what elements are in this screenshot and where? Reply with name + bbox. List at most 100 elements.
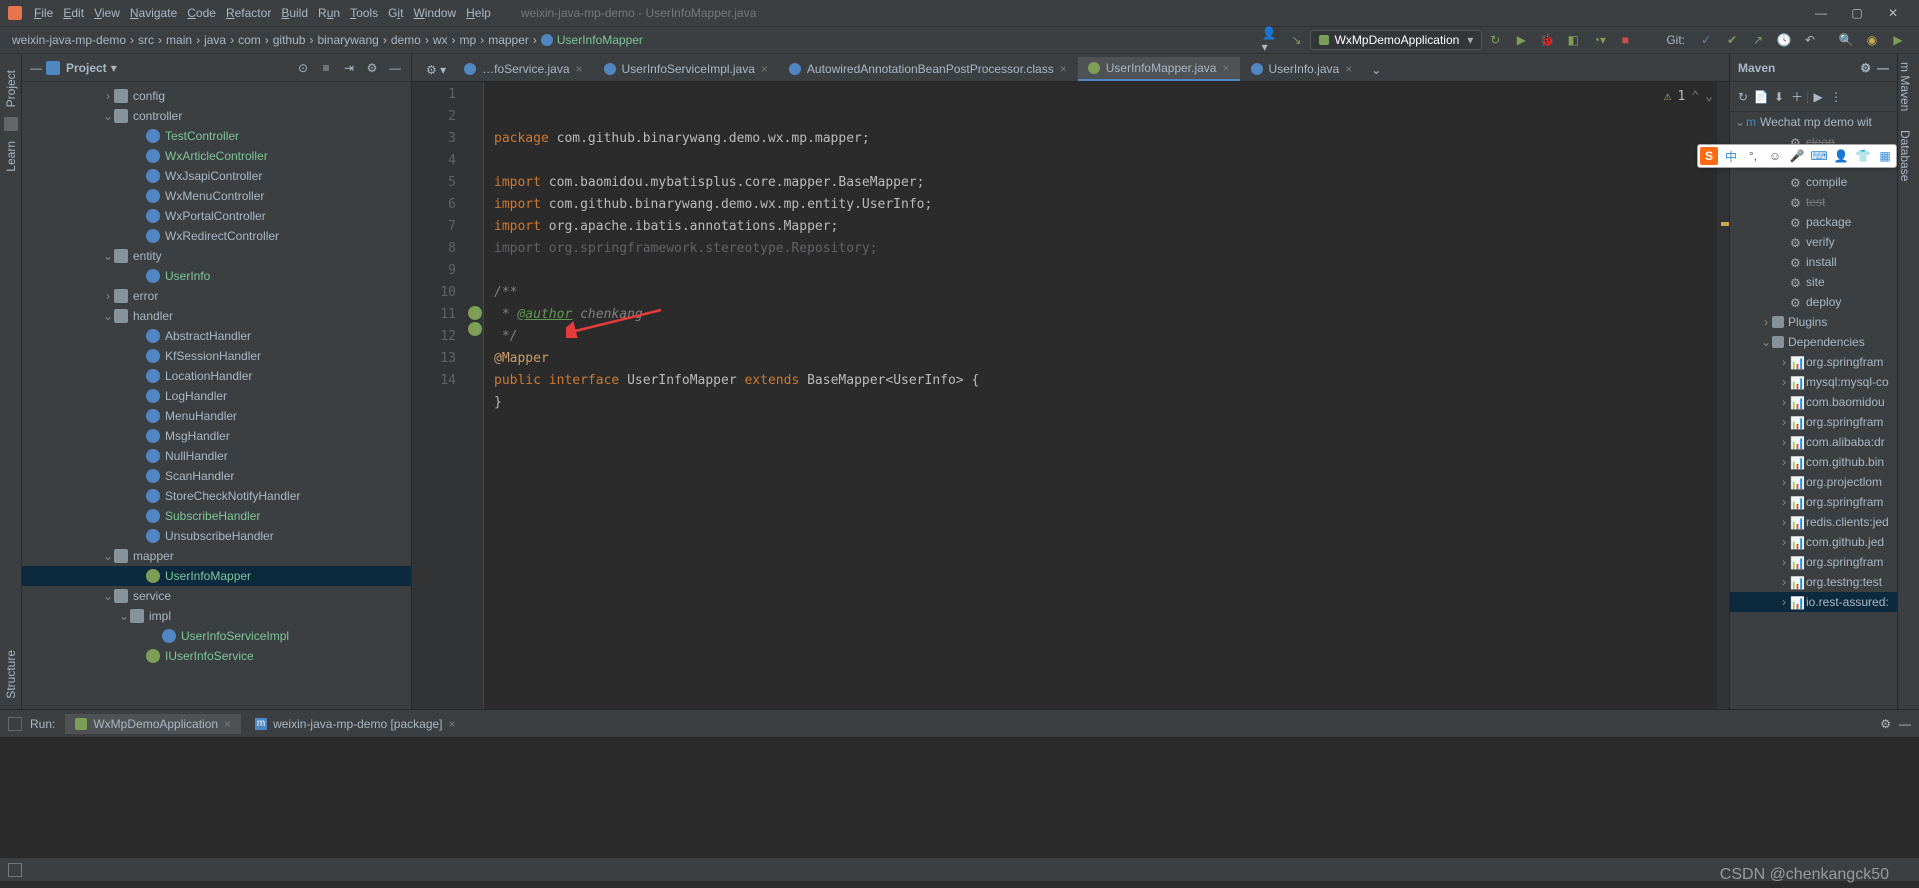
maven-dep[interactable]: ›📊org.springfram [1730, 552, 1897, 572]
menu-help[interactable]: Help [466, 6, 491, 20]
tree-item-UserInfoServiceImpl[interactable]: UserInfoServiceImpl [22, 626, 411, 646]
tab-AutowiredAnnotationBeanPostProcessor.class[interactable]: AutowiredAnnotationBeanPostProcessor.cla… [779, 57, 1077, 81]
tree-item-config[interactable]: ›config [22, 86, 411, 106]
tree-item-StoreCheckNotifyHandler[interactable]: StoreCheckNotifyHandler [22, 486, 411, 506]
maven-goal-site[interactable]: ⚙site [1730, 272, 1897, 292]
ime-tool-icon[interactable]: 👕 [1854, 147, 1872, 165]
search-icon[interactable]: 🔍 [1837, 31, 1855, 49]
breadcrumb-8[interactable]: wx [429, 33, 452, 47]
tree-item-WxArticleController[interactable]: WxArticleController [22, 146, 411, 166]
tree-item-UnsubscribeHandler[interactable]: UnsubscribeHandler [22, 526, 411, 546]
close-icon[interactable]: × [1345, 62, 1352, 76]
rail-learn[interactable]: Learn [4, 141, 18, 172]
rail-project[interactable]: Project [4, 70, 18, 107]
tree-item-WxMenuController[interactable]: WxMenuController [22, 186, 411, 206]
maven-dep[interactable]: ›📊org.projectlom [1730, 472, 1897, 492]
menu-edit[interactable]: Edit [63, 6, 84, 20]
close-button[interactable]: ✕ [1875, 6, 1911, 20]
maven-goal-deploy[interactable]: ⚙deploy [1730, 292, 1897, 312]
menu-window[interactable]: Window [413, 6, 456, 20]
maven-settings-icon[interactable]: ⚙ [1860, 61, 1871, 75]
code-inspection-status[interactable]: ⚠1⌃⌄ [1664, 86, 1713, 108]
settings-icon[interactable]: ⚙ [364, 61, 380, 75]
breadcrumb-5[interactable]: github [269, 33, 310, 47]
tab-list-icon[interactable]: ⌄ [1363, 59, 1389, 81]
tree-item-WxRedirectController[interactable]: WxRedirectController [22, 226, 411, 246]
tree-item-AbstractHandler[interactable]: AbstractHandler [22, 326, 411, 346]
breadcrumb-10[interactable]: mapper [484, 33, 533, 47]
ime-emoji-icon[interactable]: ☺ [1766, 147, 1784, 165]
tree-item-MenuHandler[interactable]: MenuHandler [22, 406, 411, 426]
ime-punct-icon[interactable]: °, [1744, 147, 1762, 165]
git-push-icon[interactable]: ↗ [1749, 31, 1767, 49]
tree-item-WxJsapiController[interactable]: WxJsapiController [22, 166, 411, 186]
tab-UserInfo.java[interactable]: UserInfo.java× [1241, 57, 1363, 81]
tree-item-IUserInfoService[interactable]: IUserInfoService [22, 646, 411, 666]
breadcrumb-1[interactable]: src [134, 33, 158, 47]
hammer-icon[interactable]: ↘ [1288, 31, 1306, 49]
breadcrumb-9[interactable]: mp [456, 33, 481, 47]
maven-generate-icon[interactable]: 📄 [1752, 90, 1770, 104]
run-hide-icon[interactable]: — [1899, 717, 1911, 731]
maven-dep[interactable]: ›📊redis.clients:jed [1730, 512, 1897, 532]
maven-plugins[interactable]: ›Plugins [1730, 312, 1897, 332]
rail-maven[interactable]: m Maven [1898, 62, 1912, 111]
profile-icon[interactable]: ◔▾ [1590, 31, 1608, 49]
tree-item-UserInfo[interactable]: UserInfo [22, 266, 411, 286]
breadcrumb-4[interactable]: com [234, 33, 265, 47]
tree-item-NullHandler[interactable]: NullHandler [22, 446, 411, 466]
menu-git[interactable]: Git [388, 6, 403, 20]
run-tab-package[interactable]: mweixin-java-mp-demo [package]× [245, 714, 465, 734]
maven-reload-icon[interactable]: ↻ [1734, 90, 1752, 104]
ime-toolbar[interactable]: S 中 °, ☺ 🎤 ⌨ 👤 👕 ▦ [1697, 144, 1897, 168]
editor-stripe[interactable] [1717, 82, 1729, 709]
breadcrumb-3[interactable]: java [200, 33, 230, 47]
tree-item-entity[interactable]: ⌄entity [22, 246, 411, 266]
nav-icon-super[interactable] [468, 322, 482, 336]
tree-item-ScanHandler[interactable]: ScanHandler [22, 466, 411, 486]
tab-UserInfoMapper.java[interactable]: UserInfoMapper.java× [1078, 57, 1240, 81]
run-tab-app[interactable]: WxMpDemoApplication× [65, 714, 241, 734]
sogou-icon[interactable]: S [1700, 147, 1718, 165]
tree-item-handler[interactable]: ⌄handler [22, 306, 411, 326]
menu-build[interactable]: Build [281, 6, 308, 20]
menu-view[interactable]: View [94, 6, 120, 20]
rail-database[interactable]: Database [1898, 130, 1912, 181]
breadcrumb-7[interactable]: demo [387, 33, 425, 47]
maven-goal-verify[interactable]: ⚙verify [1730, 232, 1897, 252]
run-settings-icon[interactable]: ⚙ [1880, 717, 1891, 731]
bug-icon[interactable]: 🐞 [1538, 31, 1556, 49]
tree-item-KfSessionHandler[interactable]: KfSessionHandler [22, 346, 411, 366]
menu-run[interactable]: Run [318, 6, 340, 20]
maven-dep[interactable]: ›📊org.springfram [1730, 412, 1897, 432]
collapse-icon[interactable]: — [30, 61, 42, 75]
close-icon[interactable]: × [224, 717, 231, 731]
git-commit-icon[interactable]: ✔ [1723, 31, 1741, 49]
hide-icon[interactable]: — [387, 61, 403, 75]
collapse-all-icon[interactable]: ⇥ [341, 61, 357, 75]
minimize-button[interactable]: — [1803, 6, 1839, 20]
menu-file[interactable]: File [34, 6, 53, 20]
ime-keyboard-icon[interactable]: ⌨ [1810, 147, 1828, 165]
maven-goal-install[interactable]: ⚙install [1730, 252, 1897, 272]
tab-…foService.java[interactable]: …foService.java× [454, 57, 592, 81]
breadcrumb-6[interactable]: binarywang [313, 33, 382, 47]
tree-item-MsgHandler[interactable]: MsgHandler [22, 426, 411, 446]
ime-lang-icon[interactable]: 中 [1722, 147, 1740, 165]
tab-options-icon[interactable]: ⚙ ▾ [418, 59, 454, 81]
tool-window-toggle[interactable] [8, 717, 22, 731]
git-rollback-icon[interactable]: ↶ [1801, 31, 1819, 49]
maven-run-icon[interactable]: ▶ [1809, 90, 1827, 104]
menu-code[interactable]: Code [187, 6, 216, 20]
git-update-icon[interactable]: ✓ [1697, 31, 1715, 49]
locate-icon[interactable]: ⊙ [295, 61, 311, 75]
maven-more-icon[interactable]: ⋮ [1827, 90, 1845, 104]
code-editor[interactable]: ⚠1⌃⌄ package com.github.binarywang.demo.… [484, 82, 1717, 709]
ime-mic-icon[interactable]: 🎤 [1788, 147, 1806, 165]
tab-UserInfoServiceImpl.java[interactable]: UserInfoServiceImpl.java× [594, 57, 778, 81]
tree-item-error[interactable]: ›error [22, 286, 411, 306]
expand-icon[interactable]: ≡ [318, 61, 334, 75]
tree-item-controller[interactable]: ⌄controller [22, 106, 411, 126]
tree-item-LogHandler[interactable]: LogHandler [22, 386, 411, 406]
ime-grid-icon[interactable]: ▦ [1876, 147, 1894, 165]
